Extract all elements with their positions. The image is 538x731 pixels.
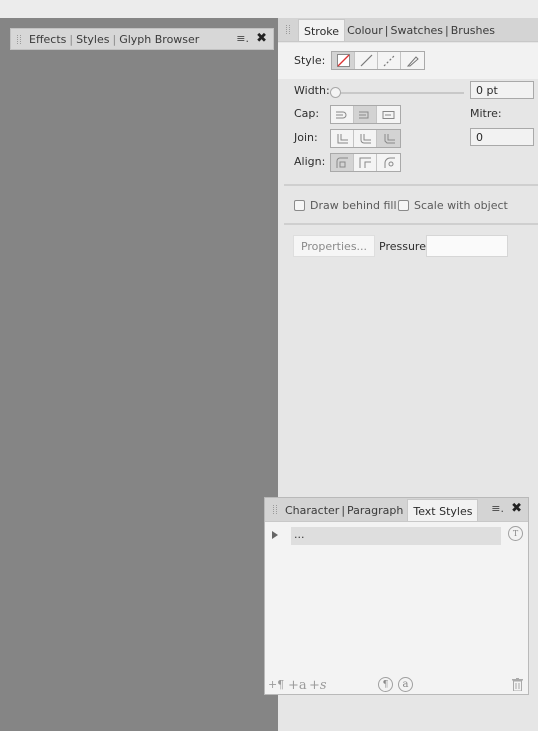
- tab-stroke[interactable]: Stroke: [298, 19, 346, 41]
- tab-colour[interactable]: Colour: [345, 19, 385, 41]
- width-slider[interactable]: [330, 87, 464, 98]
- butt-cap-icon: [336, 111, 347, 118]
- stroke-panel-tabs: Stroke Colour | Swatches | Brushes: [278, 18, 538, 42]
- join-label: Join:: [294, 131, 318, 144]
- miter-join-button[interactable]: [331, 130, 354, 147]
- round-join-icon: [360, 133, 371, 143]
- drag-grip-icon[interactable]: [273, 505, 277, 514]
- align-buttons: [330, 153, 401, 172]
- draw-behind-fill-checkbox[interactable]: [294, 200, 305, 211]
- align-outside-icon: [384, 157, 395, 168]
- bevel-join-icon: [384, 133, 395, 143]
- close-icon[interactable]: ✖: [256, 31, 267, 46]
- drag-grip-icon[interactable]: [17, 34, 21, 44]
- no-stroke-icon: [336, 54, 350, 67]
- tab-separator: |: [112, 32, 117, 46]
- trash-icon-glyph: [512, 678, 523, 692]
- align-label: Align:: [294, 155, 326, 168]
- butt-cap-button[interactable]: [331, 106, 354, 123]
- stroke-style-buttons: [331, 51, 426, 70]
- dashed-line-button[interactable]: [378, 52, 402, 69]
- round-cap-icon: [359, 111, 369, 118]
- add-paragraph-style-icon[interactable]: +¶: [268, 678, 284, 691]
- character-style-indicator-icon[interactable]: a: [398, 677, 413, 692]
- round-join-button[interactable]: [354, 130, 377, 147]
- tab-effects[interactable]: Effects: [29, 33, 66, 46]
- style-label: Style:: [294, 54, 326, 67]
- cap-label: Cap:: [294, 107, 320, 120]
- scale-with-object-checkbox[interactable]: [398, 200, 409, 211]
- paragraph-style-indicator-icon[interactable]: ¶: [378, 677, 393, 692]
- pressure-graph[interactable]: [426, 235, 508, 257]
- draw-behind-fill-option[interactable]: Draw behind fill: [294, 199, 397, 212]
- tab-text-styles[interactable]: Text Styles: [407, 499, 479, 521]
- text-style-options-icon[interactable]: T: [508, 526, 523, 541]
- tab-glyph-browser[interactable]: Glyph Browser: [119, 33, 199, 46]
- width-field[interactable]: 0 pt: [470, 81, 534, 99]
- tab-styles[interactable]: Styles: [76, 33, 109, 46]
- add-group-style-icon[interactable]: +s: [309, 678, 327, 693]
- effects-panel: Effects | Styles | Glyph Browser ≡. ✖: [10, 28, 274, 50]
- text-style-item[interactable]: ...: [291, 527, 501, 545]
- align-outside-button[interactable]: [377, 154, 400, 171]
- tab-separator: |: [69, 32, 74, 46]
- section-divider: [284, 184, 538, 186]
- miter-join-icon: [337, 133, 348, 143]
- section-divider: [284, 223, 538, 225]
- bevel-join-button[interactable]: [377, 130, 400, 147]
- slider-track: [330, 92, 464, 94]
- tab-brushes[interactable]: Brushes: [449, 19, 497, 41]
- trash-icon[interactable]: [512, 678, 523, 694]
- drag-grip-icon[interactable]: [286, 25, 290, 34]
- align-center-button[interactable]: [331, 154, 354, 171]
- mitre-field[interactable]: 0: [470, 128, 534, 146]
- brush-stroke-button[interactable]: [401, 52, 424, 69]
- round-cap-button[interactable]: [354, 106, 377, 123]
- width-label: Width:: [294, 84, 330, 97]
- square-cap-icon: [382, 110, 394, 119]
- tab-paragraph[interactable]: Paragraph: [345, 499, 405, 521]
- tab-swatches[interactable]: Swatches: [388, 19, 445, 41]
- dashed-line-icon: [383, 54, 396, 67]
- properties-button[interactable]: Properties...: [293, 235, 375, 257]
- style-row: Style:: [294, 51, 426, 70]
- no-stroke-button[interactable]: [332, 52, 356, 69]
- panel-menu-icon[interactable]: ≡.: [491, 502, 504, 515]
- scale-with-object-option[interactable]: Scale with object: [398, 199, 508, 212]
- close-icon[interactable]: ✖: [511, 501, 522, 516]
- add-character-style-icon[interactable]: +a: [288, 678, 307, 693]
- mitre-label: Mitre:: [470, 107, 502, 120]
- align-inside-button[interactable]: [354, 154, 377, 171]
- text-styles-panel-tabs: Character | Paragraph Text Styles ≡. ✖: [265, 498, 528, 522]
- panel-menu-icon[interactable]: ≡.: [236, 32, 249, 45]
- top-bar: [0, 0, 538, 18]
- align-inside-icon: [359, 157, 371, 168]
- brush-icon: [407, 56, 420, 67]
- slider-thumb[interactable]: [330, 87, 341, 98]
- join-buttons: [330, 129, 401, 148]
- solid-line-button[interactable]: [355, 52, 379, 69]
- align-center-icon: [336, 157, 348, 168]
- square-cap-button[interactable]: [377, 106, 400, 123]
- draw-behind-fill-label: Draw behind fill: [310, 199, 397, 212]
- scale-with-object-label: Scale with object: [414, 199, 508, 212]
- tab-character[interactable]: Character: [285, 499, 341, 521]
- expand-triangle-icon[interactable]: [272, 531, 278, 539]
- text-styles-panel: Character | Paragraph Text Styles ≡. ✖ .…: [264, 497, 529, 695]
- cap-buttons: [330, 105, 401, 124]
- solid-line-icon: [360, 54, 373, 67]
- pressure-label: Pressure:: [379, 240, 430, 253]
